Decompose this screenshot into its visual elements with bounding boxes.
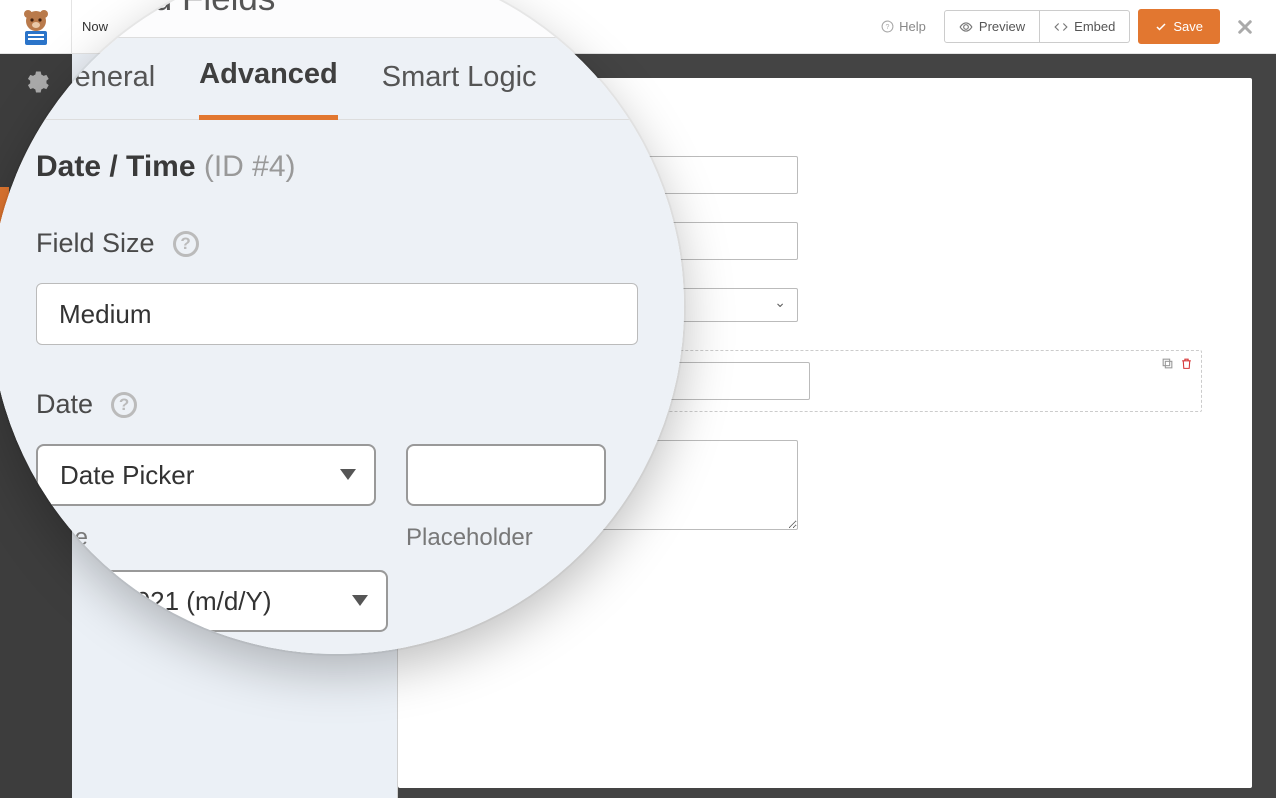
tab-smart-logic[interactable]: Smart Logic [382,39,537,118]
preview-button-label: Preview [979,19,1025,34]
date-format-select[interactable] [90,570,388,632]
check-icon [1155,21,1167,33]
preview-embed-group: Preview Embed [944,10,1130,43]
help-link[interactable]: ? Help [871,15,936,38]
tab-general[interactable]: General [52,39,155,118]
date-type-select[interactable] [36,444,376,506]
embed-button-label: Embed [1074,19,1115,34]
field-heading: Date / Time (ID #4) [36,150,638,184]
svg-text:?: ? [886,24,890,31]
preview-button[interactable]: Preview [944,10,1040,43]
close-button[interactable] [1228,18,1262,36]
date-placeholder-col: Placeholder [406,444,638,552]
field-size-label-wrap: Field Size ? [36,228,199,259]
top-bar-right: ? Help Preview Embed Save [871,9,1262,44]
field-row-actions [1161,357,1193,370]
save-button-label: Save [1173,19,1203,34]
help-circle-icon[interactable]: ? [111,392,137,418]
help-circle-icon[interactable]: ? [173,231,199,257]
field-options-tabs: General Advanced Smart Logic [0,38,684,120]
trash-icon[interactable] [1180,357,1193,370]
date-placeholder-input[interactable] [406,444,606,506]
close-icon [1236,18,1254,36]
date-format-row [36,570,638,632]
date-label: Date [36,389,93,420]
field-name: Date / Time [36,150,196,183]
field-size-label: Field Size [36,228,155,259]
magnified-panel-body: Date / Time (ID #4) Field Size ? Date ? [0,120,684,654]
date-type-col: Type [36,444,376,552]
date-label-wrap: Date ? [36,389,137,420]
date-type-sublabel: Type [36,524,376,552]
help-circle-icon: ? [881,20,894,33]
tab-advanced[interactable]: Advanced [199,36,338,121]
copy-icon[interactable] [1161,357,1174,370]
magnifier-lens: Add Fields General Advanced Smart Logic … [0,0,684,654]
field-size-select[interactable] [36,283,638,345]
magnified-panel-header: Add Fields [0,0,684,38]
field-id-label: (ID #4) [204,150,296,183]
code-icon [1054,20,1068,34]
date-placeholder-sublabel: Placeholder [406,524,638,552]
save-button[interactable]: Save [1138,9,1220,44]
embed-button[interactable]: Embed [1040,10,1130,43]
date-two-col: Type Placeholder [36,444,638,552]
panel-title: Add Fields [110,0,275,19]
help-link-label: Help [899,19,926,34]
date-row: Date ? Type Placeholder [36,389,638,632]
field-size-row: Field Size ? [36,228,638,345]
eye-icon [959,20,973,34]
